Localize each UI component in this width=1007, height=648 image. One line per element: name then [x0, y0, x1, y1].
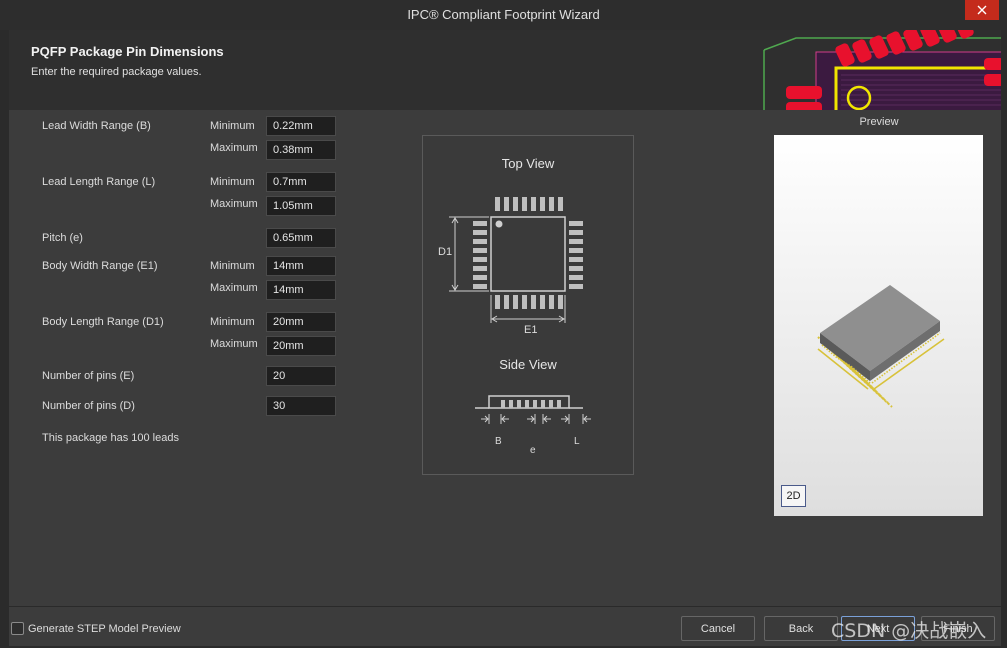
lead-width-label: Lead Width Range (B): [42, 120, 151, 132]
pitch-field[interactable]: [266, 228, 336, 248]
page-header: PQFP Package Pin Dimensions Enter the re…: [9, 30, 1001, 110]
e-dimension-label: e: [530, 445, 536, 456]
lead-width-min-field[interactable]: [266, 116, 336, 136]
title-bar: IPC® Compliant Footprint Wizard: [0, 0, 1007, 30]
window-title: IPC® Compliant Footprint Wizard: [407, 7, 600, 22]
package-diagram: Top View D1 E1 Side View B e L: [422, 135, 634, 475]
pitch-label: Pitch (e): [42, 232, 83, 244]
lead-length-min-label: Minimum: [210, 176, 255, 188]
package-3d-model: [817, 285, 945, 408]
pins-e-field[interactable]: [266, 366, 336, 386]
step-preview-label: Generate STEP Model Preview: [28, 623, 181, 635]
3d-preview-panel[interactable]: 2D: [774, 135, 983, 516]
lead-length-min-field[interactable]: [266, 172, 336, 192]
close-button[interactable]: [965, 0, 999, 20]
back-button[interactable]: Back: [764, 616, 838, 641]
body-length-min-field[interactable]: [266, 312, 336, 332]
body-width-max-field[interactable]: [266, 280, 336, 300]
body-length-min-label: Minimum: [210, 316, 255, 328]
e1-dimension-label: E1: [524, 324, 538, 336]
body-length-max-field[interactable]: [266, 336, 336, 356]
body-length-label: Body Length Range (D1): [42, 316, 164, 328]
lead-length-label: Lead Length Range (L): [42, 176, 156, 188]
step-preview-checkbox[interactable]: [11, 622, 24, 635]
footer-divider: [9, 606, 1001, 607]
side-view-caption: Side View: [499, 357, 557, 372]
d1-dimension-label: D1: [438, 246, 453, 258]
pins-e-label: Number of pins (E): [42, 370, 135, 382]
body-width-min-field[interactable]: [266, 256, 336, 276]
pins-d-field[interactable]: [266, 396, 336, 416]
top-view-caption: Top View: [501, 156, 555, 171]
page-title: PQFP Package Pin Dimensions: [31, 44, 224, 59]
b-dimension-label: B: [495, 436, 502, 447]
preview-label: Preview: [859, 116, 899, 128]
body-width-min-label: Minimum: [210, 260, 255, 272]
lead-length-max-label: Maximum: [210, 198, 258, 210]
page-subtitle: Enter the required package values.: [31, 66, 202, 78]
pcb-banner-image: [756, 30, 1001, 110]
view-2d-button[interactable]: 2D: [781, 485, 806, 507]
next-button[interactable]: Next: [841, 616, 915, 641]
close-icon: [977, 5, 987, 15]
body-length-max-label: Maximum: [210, 338, 258, 350]
lead-count-text: This package has 100 leads: [42, 432, 179, 444]
body-width-label: Body Width Range (E1): [42, 260, 158, 272]
body-width-max-label: Maximum: [210, 282, 258, 294]
l-dimension-label: L: [574, 436, 580, 447]
lead-width-max-field[interactable]: [266, 140, 336, 160]
top-view-drawing: [449, 197, 583, 323]
lead-width-max-label: Maximum: [210, 142, 258, 154]
pins-d-label: Number of pins (D): [42, 400, 135, 412]
lead-width-min-label: Minimum: [210, 120, 255, 132]
lead-length-max-field[interactable]: [266, 196, 336, 216]
wizard-dialog: PQFP Package Pin Dimensions Enter the re…: [9, 30, 1001, 648]
side-view-drawing: [475, 395, 591, 424]
finish-button[interactable]: Finish: [921, 616, 995, 641]
cancel-button[interactable]: Cancel: [681, 616, 755, 641]
